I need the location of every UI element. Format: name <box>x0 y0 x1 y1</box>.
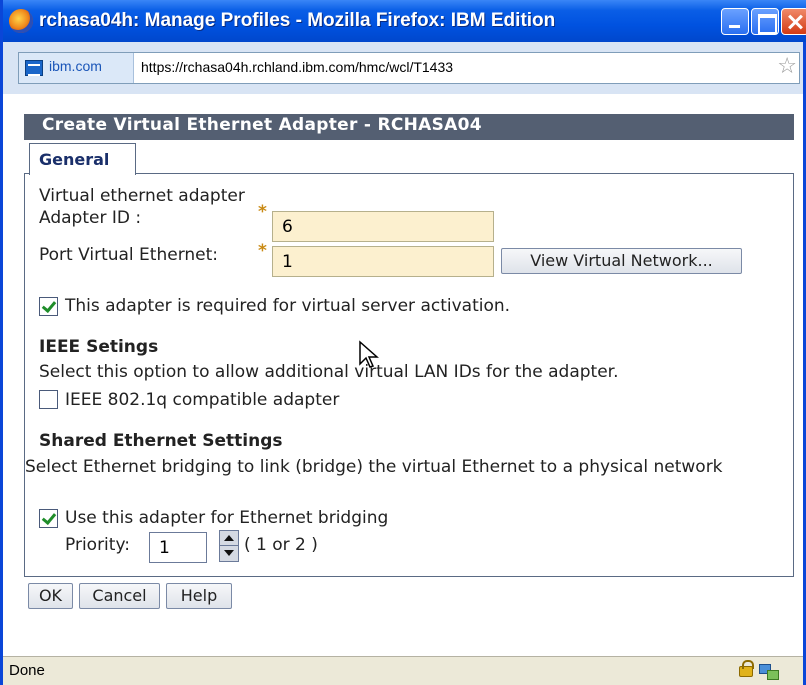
panel-title: Create Virtual Ethernet Adapter - RCHASA… <box>42 115 482 135</box>
view-virtual-network-button[interactable]: View Virtual Network... <box>501 248 742 274</box>
ethernet-bridging-label: Use this adapter for Ethernet bridging <box>65 508 389 528</box>
window-title: rchasa04h: Manage Profiles - Mozilla Fir… <box>39 10 556 31</box>
stepper-up-icon[interactable] <box>220 531 238 546</box>
address-bar: ibm.com https://rchasa04h.rchland.ibm.co… <box>3 42 803 94</box>
url-text: https://rchasa04h.rchland.ibm.com/hmc/wc… <box>141 59 454 75</box>
ieee-checkbox[interactable] <box>39 390 58 409</box>
lock-icon[interactable] <box>739 660 754 677</box>
shared-ethernet-description: Select Ethernet bridging to link (bridge… <box>25 457 723 477</box>
required-marker: * <box>258 241 267 261</box>
ethernet-bridging-checkbox[interactable] <box>39 509 58 528</box>
priority-stepper[interactable] <box>219 530 239 562</box>
priority-hint: ( 1 or 2 ) <box>244 535 318 555</box>
adapter-id-input[interactable]: 6 <box>272 211 494 242</box>
browser-window: rchasa04h: Manage Profiles - Mozilla Fir… <box>0 0 806 685</box>
required-activation-checkbox[interactable] <box>39 297 58 316</box>
ok-button[interactable]: OK <box>28 583 73 609</box>
stepper-down-icon[interactable] <box>220 546 238 561</box>
adapter-id-label: Adapter ID : <box>39 208 142 228</box>
priority-input[interactable]: 1 <box>149 532 207 563</box>
tab-strip: General <box>24 140 794 175</box>
bookmark-star-icon[interactable]: ☆ <box>777 55 797 79</box>
ieee-heading: IEEE Setings <box>39 337 159 357</box>
status-bar: Done <box>3 656 803 685</box>
section-label: Virtual ethernet adapter <box>39 186 245 206</box>
close-button[interactable] <box>781 8 806 35</box>
port-vlan-label: Port Virtual Ethernet: <box>39 245 219 265</box>
maximize-button[interactable] <box>751 8 779 35</box>
title-bar[interactable]: rchasa04h: Manage Profiles - Mozilla Fir… <box>3 0 806 42</box>
firefox-logo-icon <box>9 9 33 33</box>
help-button[interactable]: Help <box>166 583 232 609</box>
ieee-description: Select this option to allow additional v… <box>39 362 619 382</box>
required-marker: * <box>258 202 267 222</box>
minimize-button[interactable] <box>721 8 749 35</box>
url-field[interactable]: ibm.com https://rchasa04h.rchland.ibm.co… <box>18 52 800 84</box>
shared-ethernet-heading: Shared Ethernet Settings <box>39 431 283 451</box>
network-icon[interactable] <box>759 662 781 682</box>
required-activation-label: This adapter is required for virtual ser… <box>65 296 511 316</box>
tab-general[interactable]: General <box>29 143 136 175</box>
panel-header: Create Virtual Ethernet Adapter - RCHASA… <box>24 114 794 140</box>
ieee-checkbox-label: IEEE 802.1q compatible adapter <box>65 390 340 410</box>
mouse-pointer-icon <box>359 340 379 368</box>
site-identity-icon <box>25 60 43 76</box>
port-vlan-input[interactable]: 1 <box>272 246 494 277</box>
site-domain-label: ibm.com <box>49 58 102 74</box>
site-identity-button[interactable]: ibm.com <box>19 53 134 83</box>
status-text: Done <box>9 662 45 679</box>
cancel-button[interactable]: Cancel <box>79 583 160 609</box>
priority-label: Priority: <box>65 535 130 555</box>
